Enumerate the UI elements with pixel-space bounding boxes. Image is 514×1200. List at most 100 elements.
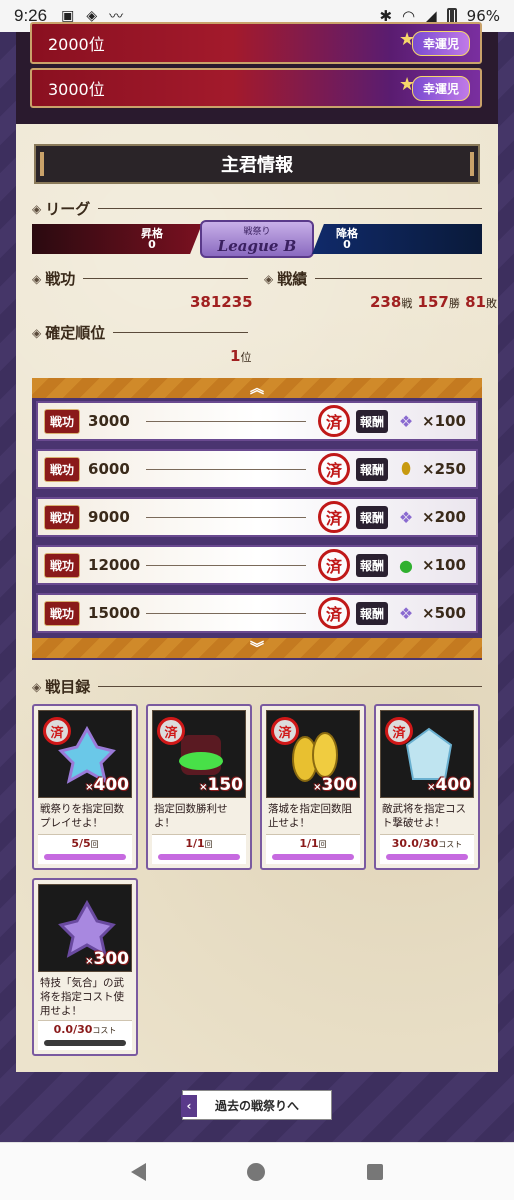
mission-progress: 1/1回 [152, 834, 246, 864]
mission-image: 済 ×300 [266, 710, 360, 798]
recent-apps-icon[interactable] [367, 1163, 384, 1180]
rank-banner-2000: 2000位 幸運児 [30, 22, 482, 64]
senko-tag: 戦功 [44, 408, 81, 434]
fixed-rank-number: 1 [230, 347, 241, 365]
record-battles-unit: 戦 [401, 297, 413, 310]
reward-points: 9000 [88, 508, 130, 526]
senko-tag: 戦功 [44, 504, 81, 530]
divider [98, 208, 482, 209]
mission-description: 特技「気合」の武将を指定コスト使用せよ！ [40, 977, 124, 1017]
reward-tag: 報酬 [356, 601, 389, 625]
crystal-icon: ❖ [398, 603, 414, 623]
progress-text: 0.0/30コスト [38, 1023, 132, 1036]
divider [146, 420, 307, 422]
rank-banner-label: 3000位 [48, 80, 105, 99]
chevron-left-icon: ‹ [181, 1095, 197, 1117]
past-festivals-button[interactable]: ‹ 過去の戦祭りへ [181, 1090, 332, 1120]
progress-text: 1/1回 [266, 837, 360, 850]
record-heading: ◈ 戦績 [264, 268, 482, 289]
back-icon[interactable] [130, 1162, 146, 1181]
diamond-icon: ◈ [32, 679, 42, 694]
record-losses: 81 [465, 293, 486, 311]
claimed-stamp-icon: 済 [271, 717, 299, 745]
chevron-up-icon: ︽ [250, 381, 264, 397]
progress-bar [44, 854, 126, 860]
progress-fill [44, 854, 126, 860]
home-icon[interactable] [247, 1162, 266, 1181]
diamond-icon: ◈ [32, 201, 42, 216]
section-title: 主君情報 [34, 144, 480, 184]
past-festivals-label: 過去の戦祭りへ [214, 1098, 299, 1113]
progress-unit: 回 [90, 840, 99, 849]
record-wins: 157 [417, 293, 449, 311]
reward-points: 12000 [88, 556, 141, 574]
progress-fill [158, 854, 240, 860]
league-name: League B [217, 236, 297, 255]
mission-description: 指定回数勝利せよ！ [154, 803, 228, 829]
fixed-rank-label: 確定順位 [45, 324, 106, 342]
scroll-down-button[interactable]: ︾ [32, 638, 482, 658]
mission-count-value: 400 [435, 775, 472, 795]
senko-label: 戦功 [45, 270, 76, 288]
divider [98, 686, 482, 687]
mission-image: 済 ×400 [38, 710, 132, 798]
progress-value: 1/1 [185, 837, 205, 850]
divider [113, 332, 248, 333]
league-top-text: 戦祭り [243, 226, 271, 237]
claimed-stamp-icon: 済 [157, 717, 185, 745]
mission-count: ×400 [427, 775, 471, 795]
chevron-down-icon: ︾ [250, 641, 264, 657]
league-label: リーグ [45, 200, 91, 218]
mission-card[interactable]: ×300 特技「気合」の武将を指定コスト使用せよ！ 0.0/30コスト [32, 878, 138, 1056]
mission-count-value: 150 [207, 775, 244, 795]
diamond-icon: ◈ [264, 271, 274, 286]
mission-card[interactable]: 済 ×400 敵武将を指定コスト撃破せよ！ 30.0/30コスト [374, 704, 480, 870]
green-pot-icon: ● [399, 555, 414, 575]
demote-bar: 降格 0 [312, 224, 482, 254]
mission-card[interactable]: 済 ×300 落城を指定回数阻止せよ！ 1/1回 [260, 704, 366, 870]
mission-count-value: 300 [93, 949, 130, 969]
senko-tag: 戦功 [44, 600, 81, 626]
mission-description: 敵武将を指定コスト撃破せよ！ [382, 803, 466, 829]
mission-progress: 30.0/30コスト [380, 834, 474, 864]
claimed-stamp-icon: 済 [318, 405, 351, 437]
reward-points: 15000 [88, 604, 141, 622]
senko-value: 381235 [190, 293, 253, 311]
reward-qty: ×250 [422, 460, 466, 478]
reward-row: 戦功 12000 済 報酬 ● ×100 [36, 545, 478, 585]
senko-tag: 戦功 [44, 552, 81, 578]
senko-heading: ◈ 戦功 [32, 268, 248, 289]
claimed-stamp-icon: 済 [385, 717, 413, 745]
progress-value: 5/5 [71, 837, 91, 850]
divider [83, 278, 248, 279]
navigation-bar [0, 1142, 514, 1200]
mission-progress: 0.0/30コスト [38, 1020, 132, 1050]
mission-card[interactable]: 済 ×400 戦祭りを指定回数プレイせよ！ 5/5回 [32, 704, 138, 870]
progress-fill [272, 854, 354, 860]
reward-qty: ×200 [422, 508, 466, 526]
reward-qty: ×100 [422, 556, 466, 574]
progress-bar [158, 854, 240, 860]
divider [146, 468, 307, 470]
scroll-up-button[interactable]: ︽ [32, 378, 482, 398]
mission-progress: 5/5回 [38, 834, 132, 864]
divider [146, 564, 307, 566]
senko-tag: 戦功 [44, 456, 81, 482]
demote-count: 0 [343, 238, 351, 251]
crystal-icon: ❖ [398, 507, 414, 527]
crystal-icon: ❖ [398, 411, 414, 431]
mission-image: 済 ×400 [380, 710, 474, 798]
mission-count-value: 300 [321, 775, 358, 795]
mission-card[interactable]: 済 ×150 指定回数勝利せよ！ 1/1回 [146, 704, 252, 870]
reward-row: 戦功 9000 済 報酬 ❖ ×200 [36, 497, 478, 537]
reward-row: 戦功 6000 済 報酬 ⬮ ×250 [36, 449, 478, 489]
diamond-icon: ◈ [32, 271, 42, 286]
progress-text: 1/1回 [152, 837, 246, 850]
progress-unit: コスト [438, 840, 463, 849]
record-label: 戦績 [277, 270, 308, 288]
progress-text: 5/5回 [38, 837, 132, 850]
divider [315, 278, 482, 279]
progress-bar [272, 854, 354, 860]
reward-row: 戦功 3000 済 報酬 ❖ ×100 [36, 401, 478, 441]
progress-unit: コスト [92, 1026, 117, 1035]
